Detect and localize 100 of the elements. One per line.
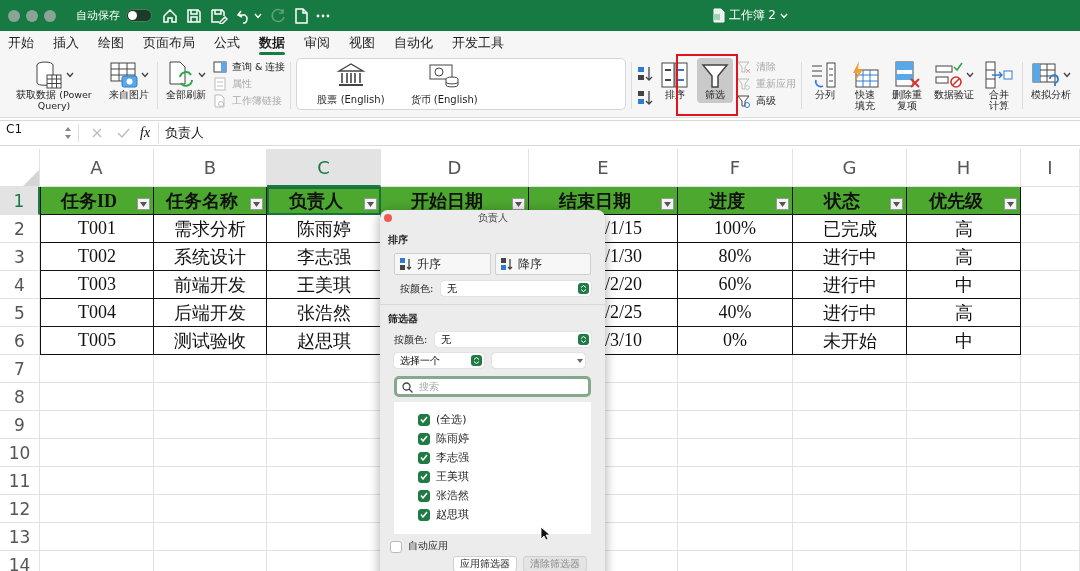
filter-dropdown-button[interactable] (661, 198, 674, 210)
checkbox[interactable] (418, 413, 430, 426)
column-header[interactable]: F (678, 149, 793, 187)
column-header[interactable]: D (381, 149, 529, 187)
row-header[interactable]: 6 (0, 327, 40, 355)
money-icon (429, 62, 460, 88)
sort-descending-button[interactable] (637, 90, 654, 106)
column-header[interactable]: I (1021, 149, 1080, 187)
sort-descending-button[interactable]: 降序 (494, 253, 591, 275)
close-button[interactable] (384, 214, 392, 222)
check-icon (420, 435, 428, 442)
menu-tab[interactable]: 插入 (53, 31, 79, 56)
ribbon-button[interactable]: 快速填充 (847, 58, 884, 114)
column-header[interactable]: E (529, 149, 678, 187)
checkbox-item[interactable]: 王美琪 (418, 469, 591, 484)
ribbon-button[interactable]: 分列 (807, 58, 844, 103)
confirm-icon (117, 127, 130, 139)
ribbon-button[interactable]: 合并计算 (980, 58, 1017, 114)
dropdown-arrow-icon (893, 201, 900, 207)
color-select[interactable]: 无 (441, 281, 591, 296)
header-label: 结束日期 (559, 189, 631, 213)
ribbon-button[interactable]: 模拟分析 (1027, 58, 1074, 103)
checkbox[interactable] (418, 432, 430, 445)
checkbox[interactable] (418, 508, 430, 521)
sort-ascending-button[interactable]: 升序 (394, 253, 491, 275)
menu-tab[interactable]: 开发工具 (452, 31, 504, 56)
row-header[interactable]: 10 (0, 439, 40, 467)
filter-dropdown-button[interactable] (137, 198, 150, 210)
row-header[interactable]: 11 (0, 467, 40, 495)
checkbox-item[interactable]: 张浩然 (418, 488, 591, 503)
column-header[interactable]: A (40, 149, 154, 187)
checkbox-item[interactable]: 李志强 (418, 450, 591, 465)
sort-icon (660, 60, 691, 90)
filter-dropdown-button[interactable] (512, 198, 525, 210)
table-cell: 高 (907, 299, 1021, 327)
filter-dropdown-button[interactable] (890, 198, 903, 210)
table-cell: 60% (678, 271, 793, 299)
gallery-item[interactable]: 货币 (English) (410, 62, 478, 106)
gallery-item[interactable]: 股票 (English) (317, 62, 385, 106)
table-cell: 已完成 (793, 215, 907, 243)
menu-tab[interactable]: 绘图 (98, 31, 124, 56)
search-field[interactable]: 搜索 (394, 376, 591, 397)
checkbox-item[interactable]: 陈雨婷 (418, 431, 591, 446)
filter-dropdown-button[interactable] (776, 198, 789, 210)
check-icon (420, 511, 428, 518)
column-header[interactable]: H (907, 149, 1021, 187)
section-heading: 排序 (388, 234, 409, 247)
ribbon-button[interactable]: 全部刷新 (163, 58, 209, 103)
row-header[interactable]: 12 (0, 495, 40, 523)
checkbox-item[interactable]: (全选) (418, 412, 591, 427)
ribbon-button[interactable]: 查询 & 连接 (213, 60, 286, 74)
row-header[interactable]: 1 (0, 187, 40, 215)
column-header[interactable]: C (267, 149, 381, 187)
row-header[interactable]: 7 (0, 355, 40, 383)
ribbon-button[interactable]: 筛选 (697, 58, 734, 103)
ribbon-button[interactable]: 数据验证 (930, 58, 977, 103)
row-header[interactable]: 4 (0, 271, 40, 299)
column-header[interactable]: B (154, 149, 267, 187)
checkbox-item[interactable]: 自动应用 (390, 540, 591, 553)
row-header[interactable]: 2 (0, 215, 40, 243)
menu-tab[interactable]: 视图 (349, 31, 375, 56)
filter-dropdown-button[interactable] (1004, 198, 1017, 210)
table-cell: 进行中 (793, 271, 907, 299)
row-header[interactable]: 9 (0, 411, 40, 439)
ribbon-button[interactable]: 来自图片 (106, 58, 152, 103)
apply-filter-button[interactable]: 应用筛选器 (453, 556, 517, 571)
autosave-toggle[interactable] (126, 9, 152, 22)
checkbox[interactable] (418, 489, 430, 502)
condition-select[interactable]: 选择一个 (394, 353, 484, 368)
empty-cell (1021, 411, 1080, 439)
check-icon (420, 492, 428, 499)
table-cell: T002 (40, 243, 154, 271)
menu-tab[interactable]: 数据 (259, 31, 285, 56)
menu-tab[interactable]: 公式 (214, 31, 240, 56)
consolidate-icon (983, 60, 1014, 90)
menu-tab[interactable]: 页面布局 (143, 31, 195, 56)
formula-field[interactable]: 负责人 (158, 122, 1080, 144)
row-header[interactable]: 5 (0, 299, 40, 327)
dropdown-arrow-icon (515, 201, 522, 207)
menu-tab[interactable]: 开始 (8, 31, 34, 56)
filter-dropdown-button[interactable] (250, 198, 263, 210)
ribbon-button[interactable]: 高级 (737, 94, 797, 108)
column-header[interactable]: G (793, 149, 907, 187)
checkbox[interactable] (418, 451, 430, 464)
row-header[interactable]: 14 (0, 551, 40, 571)
filter-dropdown-button[interactable] (364, 198, 377, 210)
row-header[interactable]: 13 (0, 523, 40, 551)
empty-cell (1021, 271, 1080, 299)
checkbox[interactable] (418, 470, 430, 483)
row-header[interactable]: 8 (0, 383, 40, 411)
color-select[interactable]: 无 (435, 332, 591, 347)
ribbon-button[interactable]: 删除重复项 (887, 58, 927, 114)
ribbon-button[interactable]: 获取数据 (Power Query) (6, 58, 102, 114)
row-header[interactable]: 3 (0, 243, 40, 271)
menu-tab[interactable]: 自动化 (394, 31, 433, 56)
checkbox-item[interactable]: 赵思琪 (418, 507, 591, 522)
sort-ascending-button[interactable] (637, 66, 654, 82)
menu-tab[interactable]: 审阅 (304, 31, 330, 56)
checkbox[interactable] (390, 540, 402, 553)
name-box[interactable]: C1 (0, 122, 64, 144)
